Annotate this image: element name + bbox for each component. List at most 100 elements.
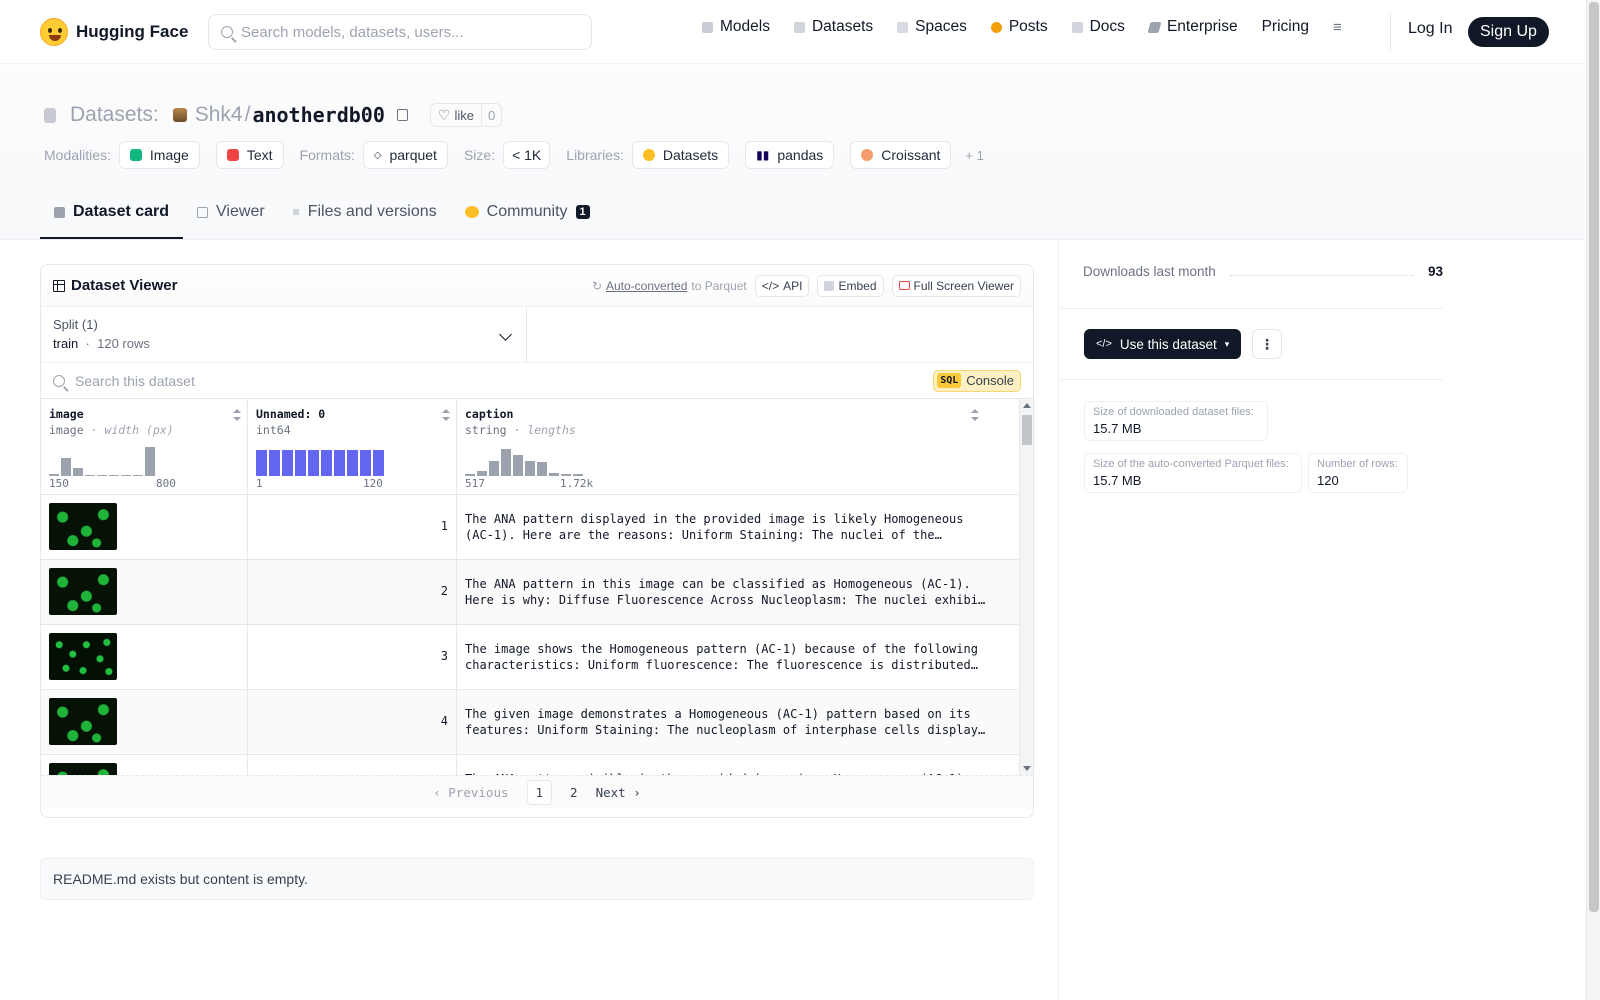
breadcrumb-owner[interactable]: Shk4 — [195, 103, 243, 127]
row-thumbnail[interactable] — [49, 503, 117, 550]
embed-button[interactable]: Embed — [817, 274, 884, 297]
brand-logo[interactable]: Hugging Face — [40, 17, 188, 46]
table-row[interactable]: 2 The ANA pattern in this image can be cl… — [41, 560, 1033, 625]
sort-icon[interactable] — [971, 409, 979, 421]
table-scrollbar[interactable] — [1019, 399, 1033, 775]
scroll-down-icon[interactable] — [1023, 766, 1031, 771]
nav-more-menu[interactable]: ≡ — [1333, 19, 1342, 36]
tag-croissant[interactable]: Croissant — [850, 141, 952, 169]
row-thumbnail[interactable] — [49, 763, 117, 775]
caption-cell[interactable]: The ANA pattern displayed in the provide… — [457, 495, 999, 559]
sql-tag: SQL — [937, 373, 962, 388]
scrollbar-thumb[interactable] — [1022, 415, 1032, 445]
table-body: 1 The ANA pattern displayed in the provid… — [41, 495, 1033, 775]
page-2-button[interactable]: 2 — [570, 785, 578, 800]
page-scrollbar[interactable] — [1586, 0, 1600, 1000]
image-cell[interactable] — [41, 495, 248, 559]
tag-datasets[interactable]: Datasets — [631, 141, 730, 169]
nav-models[interactable]: Models — [702, 18, 770, 36]
tab-dataset-card[interactable]: Dataset card — [40, 187, 184, 239]
hist-max: 800 — [156, 477, 176, 490]
next-page-button[interactable]: Next › — [596, 785, 641, 800]
image-cell[interactable] — [41, 690, 248, 754]
caption-cell[interactable]: The ANA pattern visible in the provided … — [457, 755, 999, 775]
use-this-dataset-button[interactable]: </> Use this dataset ▾ — [1084, 329, 1242, 359]
index-cell: 1 — [248, 495, 457, 559]
nav-datasets[interactable]: Datasets — [793, 18, 873, 36]
image-cell[interactable] — [41, 560, 248, 624]
tag-text[interactable]: Text — [215, 141, 284, 169]
tag-croissant-label: Croissant — [881, 147, 941, 163]
copy-icon[interactable] — [396, 109, 408, 121]
table-row[interactable]: 3 The image shows the Homogeneous pattern… — [41, 625, 1033, 690]
models-icon — [702, 21, 713, 33]
histogram-bar — [282, 450, 293, 476]
table-row[interactable]: 4 The given image demonstrates a Homogene… — [41, 690, 1033, 755]
repo-name[interactable]: anotherdb00 — [252, 103, 384, 127]
dataset-search[interactable]: Search this dataset SQL Console — [41, 363, 1033, 399]
row-thumbnail[interactable] — [49, 698, 117, 745]
column-type: image · width (px) — [49, 423, 239, 437]
previous-page-button[interactable]: ‹ Previous — [433, 785, 508, 800]
global-search-input[interactable]: Search models, datasets, users... — [208, 14, 592, 50]
histogram-bar — [360, 450, 371, 476]
signup-button[interactable]: Sign Up — [1468, 17, 1549, 47]
libraries-label: Libraries: — [566, 147, 624, 163]
tag-image[interactable]: Image — [118, 141, 200, 169]
hist-max: 120 — [363, 477, 383, 490]
column-header-caption[interactable]: caption string · lengths 517 1.72k — [457, 399, 999, 494]
downloads-label: Downloads last month — [1083, 264, 1216, 279]
api-button[interactable]: </> API — [754, 274, 810, 297]
column-header-unnamed[interactable]: Unnamed: 0 int64 1 120 — [248, 399, 457, 494]
more-options-button[interactable]: ⋮ — [1252, 329, 1282, 359]
tab-viewer[interactable]: Viewer — [183, 187, 279, 239]
image-cell[interactable] — [41, 625, 248, 689]
scroll-up-icon[interactable] — [1023, 403, 1031, 408]
auto-converted-link[interactable]: Auto-converted — [606, 279, 687, 293]
tab-files-and-versions[interactable]: ≡ Files and versions — [279, 187, 451, 239]
nav-pricing-label: Pricing — [1261, 18, 1309, 35]
caption-text: The ANA pattern displayed in the provide… — [465, 512, 964, 542]
nav-docs[interactable]: Docs — [1071, 18, 1125, 36]
tab-community[interactable]: Community 1 — [451, 187, 604, 239]
sql-console-button[interactable]: SQL Console — [933, 369, 1021, 392]
fullscreen-icon — [898, 281, 910, 290]
nav-pricing[interactable]: Pricing — [1262, 18, 1309, 36]
like-button[interactable]: ♡ like 0 — [429, 103, 503, 127]
nav-enterprise[interactable]: Enterprise — [1147, 18, 1238, 36]
sort-icon[interactable] — [442, 409, 450, 421]
page-1-button[interactable]: 1 — [526, 780, 553, 805]
column-name: caption — [465, 407, 514, 421]
breadcrumb-kind[interactable]: Datasets: — [70, 103, 159, 127]
stat-label: Size of the auto-converted Parquet files… — [1093, 458, 1289, 470]
histogram — [465, 446, 583, 476]
histogram-bar — [308, 450, 319, 476]
login-link[interactable]: Log In — [1408, 20, 1452, 38]
like-count[interactable]: 0 — [480, 104, 501, 126]
size-label: Size: — [463, 147, 496, 163]
tag-size[interactable]: < 1K — [503, 141, 551, 169]
nav-spaces[interactable]: Spaces — [897, 18, 967, 36]
caption-text: The ANA pattern in this image can be cla… — [465, 577, 986, 607]
image-cell[interactable] — [41, 755, 248, 775]
more-libraries[interactable]: + 1 — [965, 148, 983, 163]
hist-min: 150 — [49, 477, 69, 490]
table-row[interactable]: 5 The ANA pattern visible in the provided… — [41, 755, 1033, 775]
split-selector[interactable]: Split (1) train · 120 rows — [41, 307, 527, 362]
refresh-icon: ↻ — [591, 278, 602, 293]
auto-converted-note[interactable]: ↻ Auto-converted to Parquet — [592, 279, 747, 293]
nav-docs-label: Docs — [1089, 18, 1125, 35]
column-header-image[interactable]: image image · width (px) 150 800 — [41, 399, 248, 494]
row-thumbnail[interactable] — [49, 568, 117, 615]
table-row[interactable]: 1 The ANA pattern displayed in the provid… — [41, 495, 1033, 560]
tag-pandas[interactable]: ▮▮ pandas — [745, 141, 835, 169]
caption-cell[interactable]: The image shows the Homogeneous pattern … — [457, 625, 999, 689]
caption-cell[interactable]: The ANA pattern in this image can be cla… — [457, 560, 999, 624]
caption-cell[interactable]: The given image demonstrates a Homogeneo… — [457, 690, 999, 754]
fullscreen-viewer-button[interactable]: Full Screen Viewer — [891, 274, 1021, 297]
page-scrollbar-thumb[interactable] — [1589, 2, 1599, 912]
tag-parquet[interactable]: ◇ parquet — [362, 141, 448, 169]
sort-icon[interactable] — [233, 409, 241, 421]
row-thumbnail[interactable] — [49, 633, 117, 680]
nav-posts[interactable]: Posts — [990, 18, 1048, 36]
